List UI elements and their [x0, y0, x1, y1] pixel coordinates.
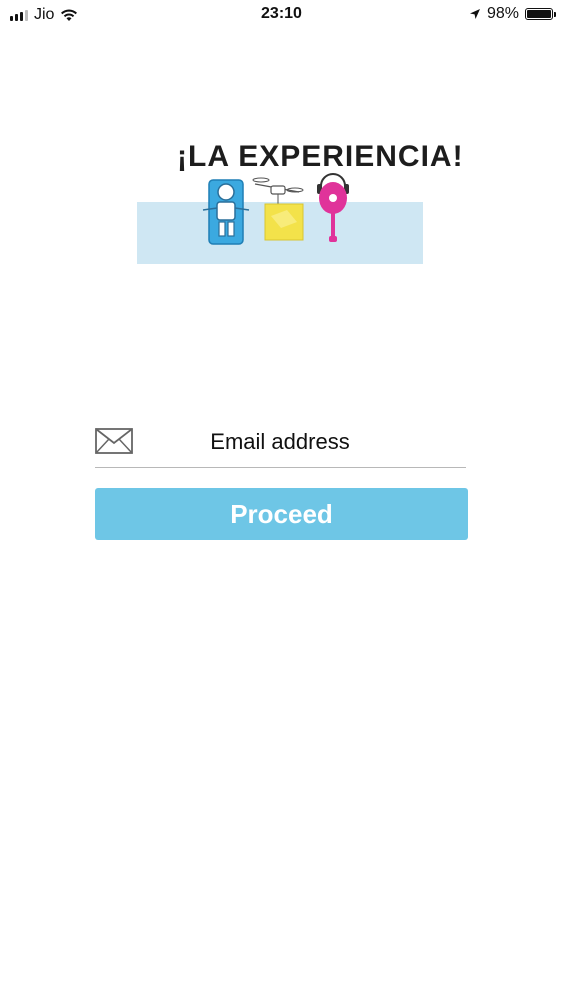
email-input[interactable] — [155, 424, 405, 460]
app-logo: ¡LA EXPERIENCIA! — [137, 130, 463, 264]
guitar-illustration — [317, 173, 349, 242]
envelope-icon — [95, 428, 133, 454]
drone-illustration — [252, 177, 304, 241]
logo-illustration — [202, 173, 349, 245]
battery-percent: 98% — [486, 5, 519, 22]
battery-icon — [525, 8, 556, 20]
status-right: 98% — [469, 5, 556, 23]
email-field[interactable] — [95, 420, 466, 468]
logo-text: ¡LA EXPERIENCIA! — [177, 140, 464, 173]
status-bar: Jio 23:10 98% — [0, 0, 563, 30]
proceed-button[interactable]: Proceed — [95, 488, 468, 540]
battery-level — [527, 10, 551, 18]
robot-illustration — [202, 179, 250, 245]
location-arrow-icon — [469, 9, 480, 19]
